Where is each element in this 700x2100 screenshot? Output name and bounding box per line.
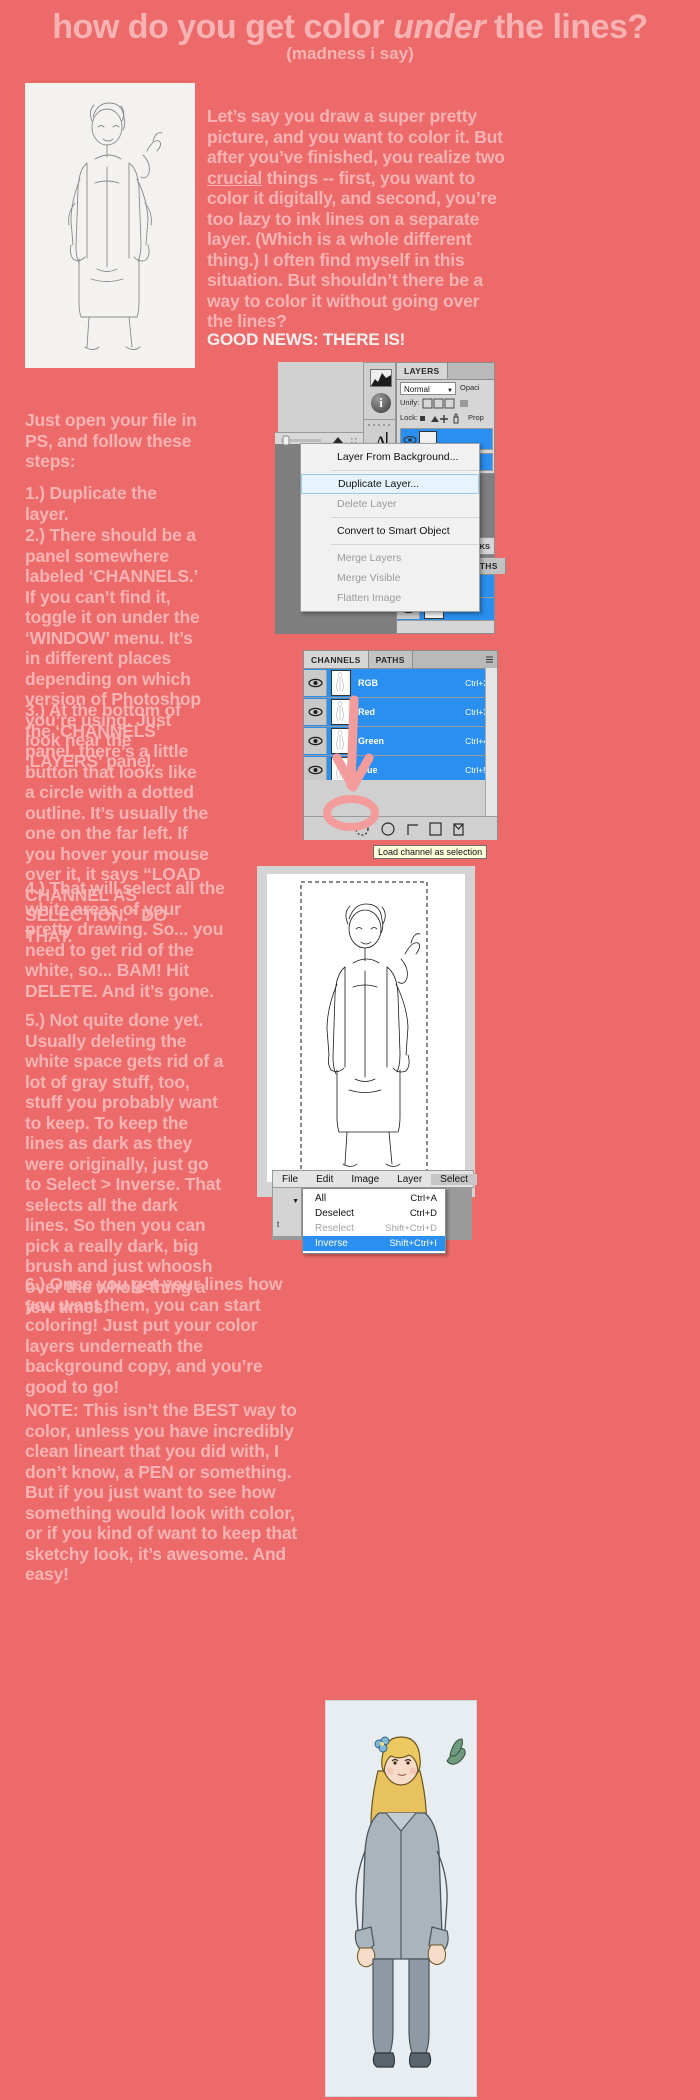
channels-panel: CHANNELS PATHS RGB Ctrl+2 Red Ctrl+3 Gre… [303,650,498,840]
blend-mode-value: Normal [404,385,430,394]
header: how do you get color under the lines? (m… [0,0,700,72]
ps-canvas-area [275,362,363,432]
chevron-down-icon: ▼ [447,388,453,394]
colored-character-illustration [326,1701,476,2096]
channels-button-row [304,816,497,840]
menu-separator [331,470,479,471]
good-news-line: GOOD NEWS: THERE IS! [207,330,406,349]
steps-intro: Just open your file in PS, and follow th… [25,410,197,471]
page-subtitle: (madness i say) [286,44,414,63]
lock-row: Lock: Prop [400,413,493,425]
select-menu-screenshot: File Edit Image Layer Select ▼ t All Ctr… [272,1170,477,1254]
menubar-select[interactable]: Select [431,1173,477,1185]
menu-item-label: Deselect [315,1208,354,1219]
channel-thumbnail [331,699,351,725]
tolerance-label: t [277,1220,280,1229]
menu-item-shortcut: Ctrl+A [410,1193,437,1204]
tab-layers[interactable]: LAYERS [397,363,448,379]
channel-thumbnail [331,728,351,754]
channels-empty-area [304,780,497,816]
ps-toolbar-strip: ▼ t [272,1187,302,1237]
menu-item-shortcut: Ctrl+D [409,1208,437,1219]
channels-buttons[interactable] [350,819,470,839]
unify-buttons[interactable] [422,398,482,409]
tab-paths[interactable]: PATHS [368,651,413,668]
photoshop-screenshot-channels: CHANNELS PATHS RGB Ctrl+2 Red Ctrl+3 Gre… [300,650,498,840]
channels-scrollbar[interactable] [485,668,497,816]
title-part-2: the lines? [485,8,648,46]
menu-item-merge-visible: Merge Visible [337,572,401,584]
intro-paragraph: Let’s say you draw a super pretty pictur… [207,106,507,332]
step-6: 6.) Once you get your lines how you want… [25,1274,283,1397]
menu-item-merge-layers: Merge Layers [337,552,402,564]
opacity-label: Opaci [460,383,480,392]
menu-item-shortcut: Shift+Ctrl+I [389,1238,437,1249]
eye-icon[interactable] [304,699,327,725]
menu-item-duplicate-layer[interactable]: Duplicate Layer... [301,474,479,494]
channel-row-rgb[interactable]: RGB Ctrl+2 [304,669,497,698]
channel-row-red[interactable]: Red Ctrl+3 [304,698,497,727]
fill-label: Prop [468,413,484,422]
eye-icon[interactable] [304,670,327,696]
tab-channels[interactable]: CHANNELS [304,651,369,668]
channel-thumbnail [331,670,351,696]
load-channel-tooltip: Load channel as selection [373,845,488,859]
info-icon[interactable]: i [371,393,391,413]
channel-name: RGB [358,678,378,688]
intro-paragraph-text: Let’s say you draw a super pretty pictur… [207,106,505,331]
channel-name: Green [358,736,385,746]
lock-label: Lock: [400,413,418,422]
menu-item-layer-from-background[interactable]: Layer From Background... [301,447,479,467]
menu-item-reselect: Reselect Shift+Ctrl+D [303,1221,445,1236]
menu-item-shortcut: Shift+Ctrl+D [385,1223,437,1234]
menu-separator [331,517,479,518]
sketch-drawing [25,83,195,368]
channels-tabbar: CHANNELS PATHS [304,651,497,669]
select-dropdown-menu: All Ctrl+A Deselect Ctrl+D Reselect Shif… [302,1188,446,1254]
channel-name: Blue [358,765,378,775]
chevron-down-icon[interactable]: ▼ [292,1198,299,1205]
menubar-file[interactable]: File [273,1174,307,1185]
unify-row: Unify: [400,398,493,410]
eye-icon[interactable] [304,728,327,754]
menu-item-label: All [315,1193,327,1204]
final-colored-artwork [325,1700,477,2097]
pencil-sketch-photo [25,83,195,368]
ps-menubar: File Edit Image Layer Select [272,1170,477,1188]
menu-item-label: Reselect [315,1223,354,1234]
menu-item-select-all[interactable]: All Ctrl+A [303,1191,445,1206]
menu-separator [331,544,479,545]
menu-item-delete-layer: Delete Layer [337,498,397,510]
page-title: how do you get color under the lines? [0,8,700,46]
channel-name: Red [358,707,376,717]
layer-context-menu: Layer From Background... Duplicate Layer… [300,443,480,612]
photoshop-screenshot-selection [257,866,475,1197]
step-4: 4.) That will select all the white areas… [25,878,225,1001]
menu-item-flatten-image: Flatten Image [337,592,402,604]
menubar-image[interactable]: Image [342,1174,388,1185]
menubar-edit[interactable]: Edit [307,1174,342,1185]
title-part-1: how do you get color [52,8,394,46]
step-5: 5.) Not quite done yet. Usually deleting… [25,1010,224,1317]
menu-item-inverse[interactable]: Inverse Shift+Ctrl+I [303,1236,445,1251]
menubar-layer[interactable]: Layer [388,1174,431,1185]
underlined-word: crucial [207,167,263,188]
menu-item-deselect[interactable]: Deselect Ctrl+D [303,1206,445,1221]
ps-canvas-selection [267,874,465,1182]
closing-note: NOTE: This isn’t the BEST way to color, … [25,1400,298,1584]
layers-panel-tabbar: LAYERS [397,363,494,380]
title-emphasis: under [393,8,486,46]
channel-row-green[interactable]: Green Ctrl+4 [304,727,497,756]
step-1: 1.) Duplicate the layer. [25,483,157,524]
lock-buttons[interactable] [418,413,474,424]
panel-menu-icon[interactable] [483,651,497,668]
marching-ants-selection [267,874,465,1182]
menu-item-convert-to-smart-object[interactable]: Convert to Smart Object [301,521,479,541]
blend-mode-select[interactable]: Normal ▼ [400,382,456,395]
histogram-icon[interactable] [370,369,392,387]
ps-rail-divider [364,419,397,420]
menu-item-label: Inverse [315,1238,348,1249]
unify-label: Unify: [400,398,420,407]
blend-mode-row: Normal ▼ Opaci [400,382,493,395]
